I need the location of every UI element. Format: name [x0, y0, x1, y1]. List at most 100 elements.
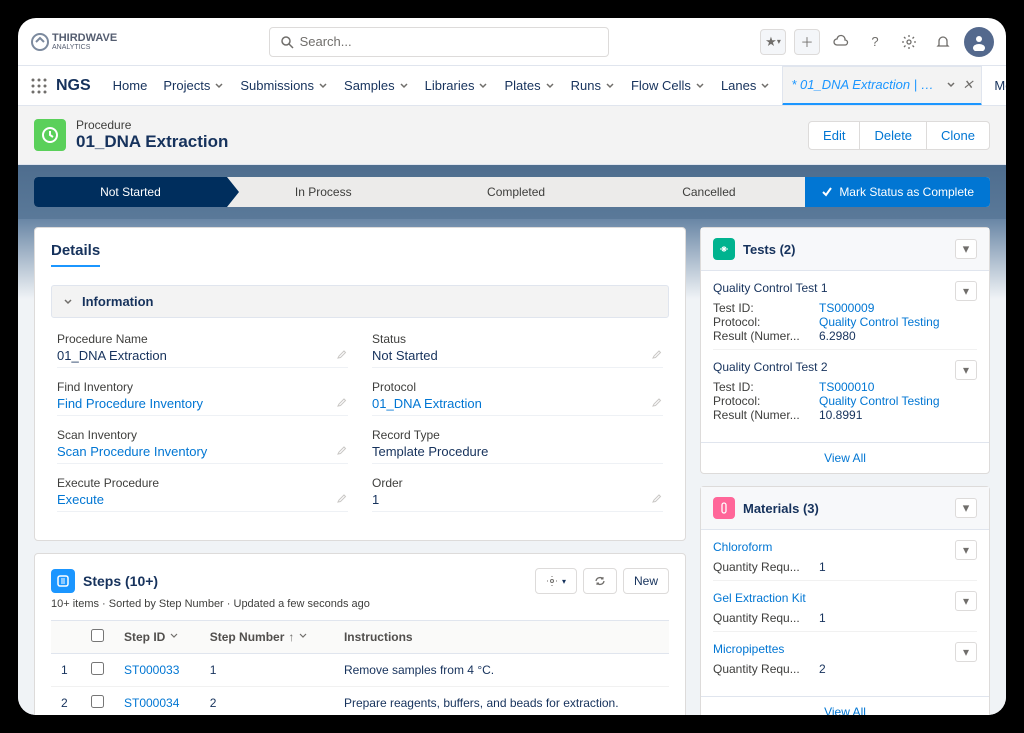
- field-value[interactable]: 01_DNA Extraction: [372, 396, 482, 411]
- nav-item-samples[interactable]: Samples: [336, 66, 417, 105]
- path-step-cancelled[interactable]: Cancelled: [612, 177, 805, 207]
- chevron-down-icon: [545, 81, 555, 91]
- tab-label: * 01_DNA Extraction | Pro...: [791, 77, 940, 92]
- pencil-icon[interactable]: [336, 348, 348, 363]
- nav-item-flow-cells[interactable]: Flow Cells: [623, 66, 713, 105]
- nav-item-projects[interactable]: Projects: [155, 66, 232, 105]
- pencil-icon[interactable]: [651, 492, 663, 507]
- add-icon[interactable]: ＋: [794, 29, 820, 55]
- chevron-down-icon: [760, 81, 770, 91]
- test-id-link[interactable]: TS000009: [819, 301, 874, 315]
- pencil-icon[interactable]: [336, 396, 348, 411]
- test-menu[interactable]: ▾: [955, 281, 977, 301]
- brand-sub: ANALYTICS: [52, 44, 117, 51]
- mark-complete-button[interactable]: Mark Status as Complete: [805, 177, 990, 207]
- field-value: 01_DNA Extraction: [57, 348, 167, 363]
- path-step-not-started[interactable]: Not Started: [34, 177, 227, 207]
- refresh-button[interactable]: [583, 568, 617, 594]
- field-value[interactable]: Scan Procedure Inventory: [57, 444, 207, 459]
- select-all-checkbox[interactable]: [91, 629, 104, 642]
- row-checkbox[interactable]: [91, 695, 104, 708]
- test-protocol-link[interactable]: Quality Control Testing: [819, 315, 940, 329]
- step-id-link[interactable]: ST000034: [124, 696, 179, 710]
- nav-item-lanes[interactable]: Lanes: [713, 66, 778, 105]
- pencil-icon[interactable]: [336, 492, 348, 507]
- gear-icon: [546, 575, 558, 587]
- check-icon: [821, 186, 833, 198]
- materials-menu[interactable]: ▾: [955, 498, 977, 518]
- procedure-icon: [34, 119, 66, 151]
- test-protocol-link[interactable]: Quality Control Testing: [819, 394, 940, 408]
- settings-button[interactable]: ▾: [535, 568, 577, 594]
- field-label: Order: [372, 476, 663, 490]
- clone-button[interactable]: Clone: [926, 121, 990, 150]
- favorites-icon[interactable]: ★▾: [760, 29, 786, 55]
- search-icon: [280, 35, 294, 49]
- path-step-in-process[interactable]: In Process: [227, 177, 420, 207]
- row-checkbox[interactable]: [91, 662, 104, 675]
- material-link[interactable]: Chloroform: [713, 540, 772, 554]
- nav-more[interactable]: More: [986, 66, 1006, 105]
- field-value: Template Procedure: [372, 444, 488, 459]
- tests-title: Tests (2): [743, 242, 947, 257]
- test-menu[interactable]: ▾: [955, 360, 977, 380]
- help-icon[interactable]: ?: [862, 29, 888, 55]
- brand-name: THIRDWAVE: [52, 32, 117, 44]
- field-label: Execute Procedure: [57, 476, 348, 490]
- search-input[interactable]: Search...: [269, 27, 609, 57]
- material-menu[interactable]: ▾: [955, 591, 977, 611]
- nav-item-libraries[interactable]: Libraries: [417, 66, 497, 105]
- chevron-down-icon: [318, 81, 328, 91]
- step-id-link[interactable]: ST000033: [124, 663, 179, 677]
- material-link[interactable]: Gel Extraction Kit: [713, 591, 806, 605]
- materials-view-all[interactable]: View All: [824, 705, 866, 715]
- material-link[interactable]: Micropipettes: [713, 642, 784, 656]
- gear-icon[interactable]: [896, 29, 922, 55]
- chevron-down-icon[interactable]: [169, 631, 179, 641]
- record-name: 01_DNA Extraction: [76, 132, 228, 152]
- delete-button[interactable]: Delete: [860, 121, 926, 150]
- steps-title: Steps (10+): [83, 573, 158, 589]
- app-launcher-icon[interactable]: [30, 72, 48, 100]
- edit-button[interactable]: Edit: [808, 121, 860, 150]
- details-title: Details: [51, 242, 100, 267]
- chevron-down-icon[interactable]: [298, 631, 308, 641]
- path-step-completed[interactable]: Completed: [420, 177, 613, 207]
- test-id-link[interactable]: TS000010: [819, 380, 874, 394]
- nav-item-plates[interactable]: Plates: [496, 66, 562, 105]
- close-icon[interactable]: ✕: [962, 77, 973, 93]
- material-menu[interactable]: ▾: [955, 540, 977, 560]
- pencil-icon[interactable]: [336, 444, 348, 459]
- bell-icon[interactable]: [930, 29, 956, 55]
- chevron-down-icon: [62, 296, 74, 308]
- nav-item-home[interactable]: Home: [105, 66, 156, 105]
- field-label: Procedure Name: [57, 332, 348, 346]
- chevron-down-icon[interactable]: [946, 80, 956, 90]
- tab-active[interactable]: * 01_DNA Extraction | Pro... ✕: [782, 66, 982, 106]
- section-information[interactable]: Information: [51, 285, 669, 318]
- tests-menu[interactable]: ▾: [955, 239, 977, 259]
- new-button[interactable]: New: [623, 568, 669, 594]
- field-value[interactable]: Find Procedure Inventory: [57, 396, 203, 411]
- field-label: Find Inventory: [57, 380, 348, 394]
- status-path: Not Started In Process Completed Cancell…: [34, 177, 990, 207]
- app-name: NGS: [56, 77, 91, 95]
- pencil-icon[interactable]: [651, 348, 663, 363]
- avatar[interactable]: [964, 27, 994, 57]
- pencil-icon[interactable]: [651, 396, 663, 411]
- refresh-icon: [594, 575, 606, 587]
- logo: THIRDWAVEANALYTICS: [30, 32, 117, 52]
- nav-item-submissions[interactable]: Submissions: [232, 66, 336, 105]
- test-name: Quality Control Test 1: [713, 281, 828, 295]
- chevron-down-icon: [478, 81, 488, 91]
- field-value[interactable]: Execute: [57, 492, 104, 507]
- table-row: 1 ST000033 1 Remove samples from 4 °C.: [51, 654, 669, 687]
- cloud-icon[interactable]: [828, 29, 854, 55]
- material-menu[interactable]: ▾: [955, 642, 977, 662]
- nav-item-runs[interactable]: Runs: [563, 66, 623, 105]
- tests-view-all[interactable]: View All: [824, 451, 866, 465]
- field-value: Not Started: [372, 348, 438, 363]
- table-row: 2 ST000034 2 Prepare reagents, buffers, …: [51, 687, 669, 716]
- field-label: Protocol: [372, 380, 663, 394]
- materials-icon: [713, 497, 735, 519]
